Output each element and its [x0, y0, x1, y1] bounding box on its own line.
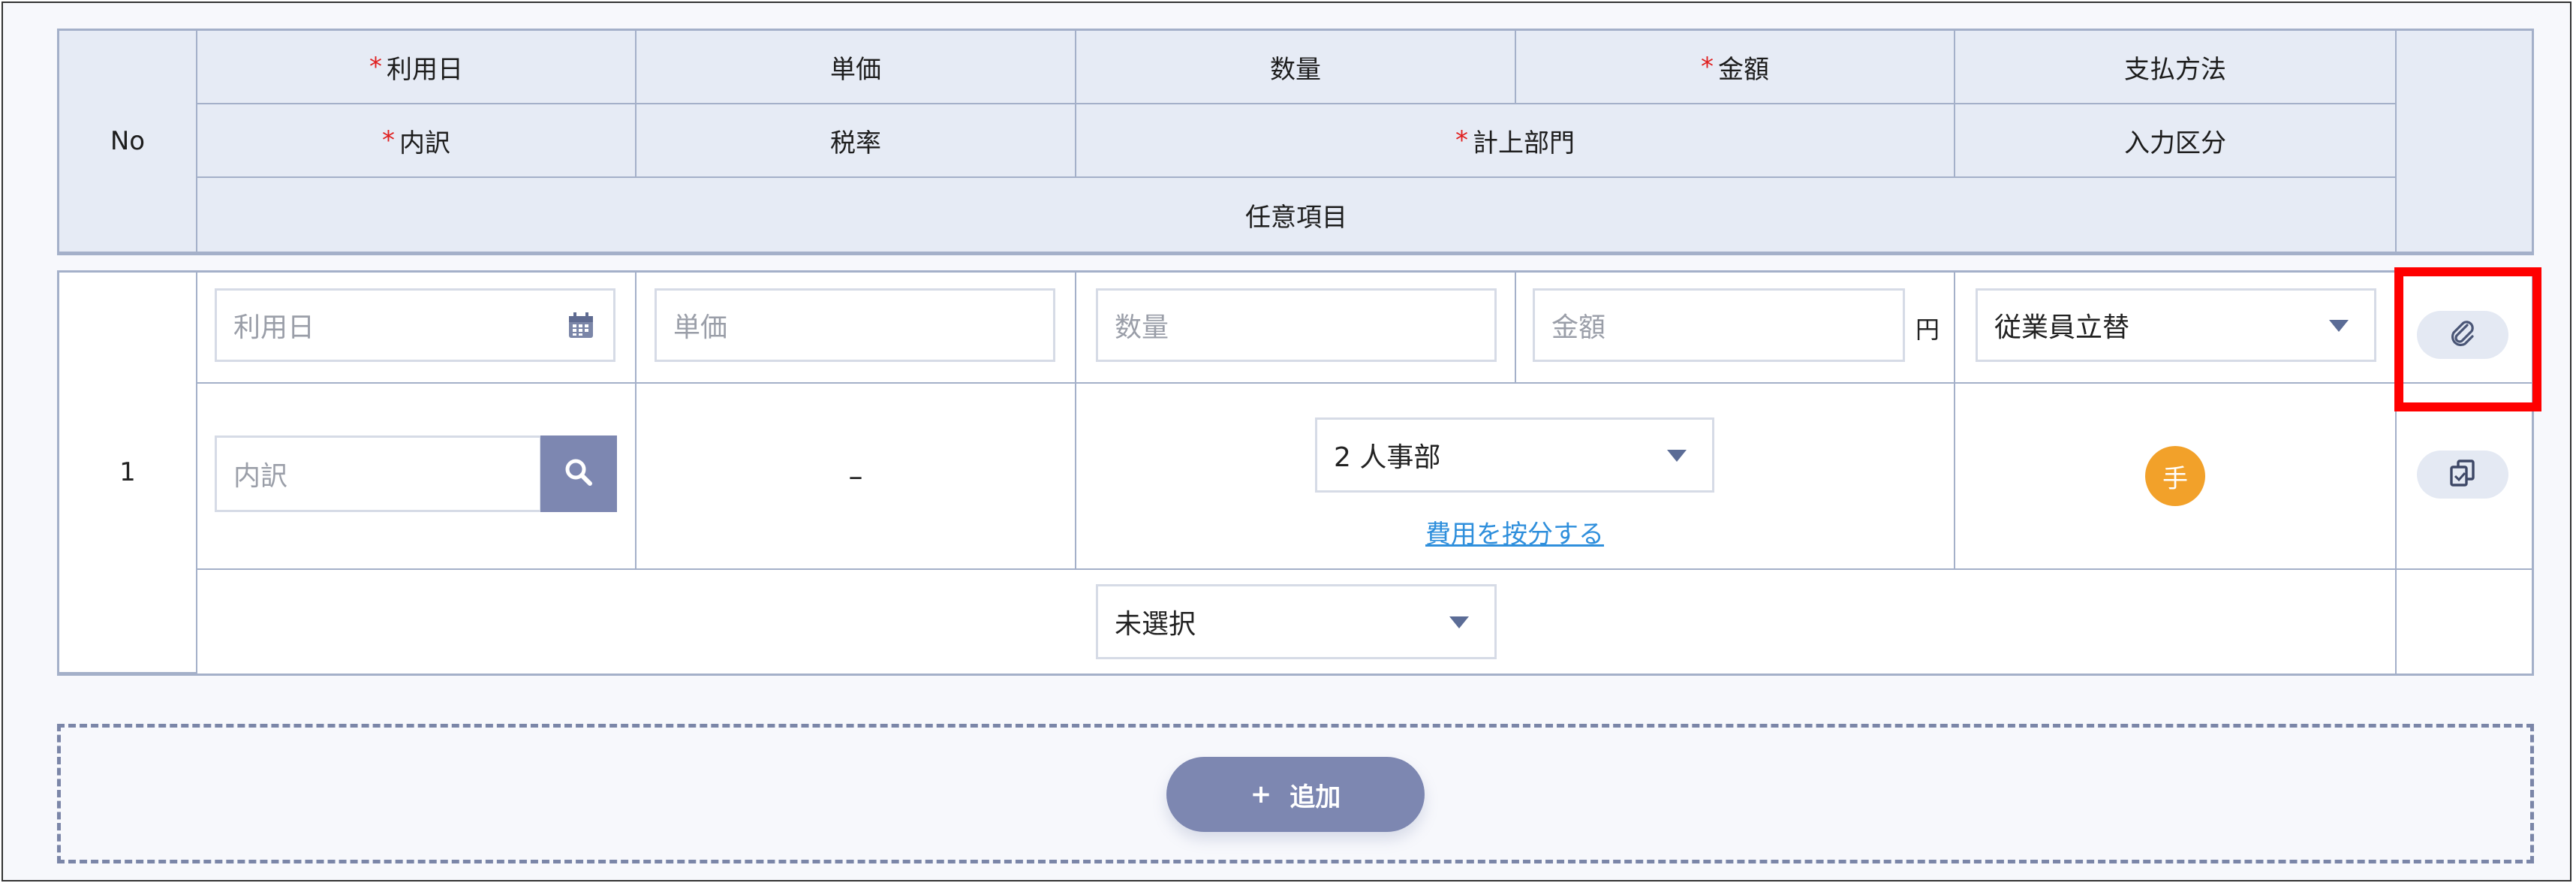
- header-uchiwake-label: 内訳: [399, 128, 450, 158]
- header-shiharai-label: 支払方法: [2124, 54, 2226, 85]
- add-button[interactable]: + 追加: [1166, 757, 1425, 832]
- chevron-down-icon: [2329, 320, 2349, 332]
- row-no-label: 1: [119, 457, 136, 487]
- shiharai-select[interactable]: 従業員立替: [1976, 288, 2376, 362]
- riyoubi-placeholder: 利用日: [233, 312, 315, 343]
- required-mark: *: [369, 52, 382, 82]
- header-uchiwake: * 内訳: [197, 104, 636, 178]
- header-keijou-label: 計上部門: [1473, 128, 1575, 158]
- department-select[interactable]: 2 人事部: [1315, 417, 1714, 493]
- tanka-placeholder: 単価: [673, 312, 728, 343]
- uchiwake-placeholder: 内訳: [233, 461, 288, 492]
- required-mark: *: [1455, 125, 1468, 155]
- copy-button[interactable]: [2417, 451, 2508, 499]
- header-suuryou: 数量: [1076, 31, 1516, 104]
- suuryou-input[interactable]: 数量: [1096, 288, 1497, 362]
- table-header: No * 利用日 単価 数量 * 金額 支払方法 * 内訳 税率 * 計上部門 …: [57, 29, 2534, 255]
- header-tanka-label: 単価: [830, 54, 881, 85]
- cell-zeiritsu: –: [636, 384, 1076, 570]
- add-button-label: 追加: [1290, 782, 1341, 812]
- allocate-link[interactable]: 費用を按分する: [1315, 514, 1714, 550]
- page-frame: No * 利用日 単価 数量 * 金額 支払方法 * 内訳 税率 * 計上部門 …: [2, 2, 2571, 881]
- suuryou-placeholder: 数量: [1115, 312, 1169, 343]
- header-zeiritsu-label: 税率: [830, 128, 881, 158]
- header-riyoubi: * 利用日: [197, 31, 636, 104]
- header-shiharai: 支払方法: [1955, 31, 2397, 104]
- required-mark: *: [1701, 52, 1714, 82]
- tanka-input[interactable]: 単価: [655, 288, 1055, 362]
- attach-highlight-box: [2394, 267, 2541, 411]
- header-action-column: [2397, 31, 2532, 253]
- department-selected: 2 人事部: [1334, 442, 1441, 473]
- search-icon: [562, 456, 595, 492]
- input-type-badge: 手: [2145, 446, 2205, 506]
- zeiritsu-value: –: [848, 460, 863, 493]
- chevron-down-icon: [1449, 616, 1469, 628]
- header-tanka: 単価: [636, 31, 1076, 104]
- chevron-down-icon: [1667, 450, 1687, 462]
- header-nyuryoku: 入力区分: [1955, 104, 2397, 178]
- optional-selected: 未選択: [1115, 609, 1196, 640]
- header-zeiritsu: 税率: [636, 104, 1076, 178]
- optional-item-select[interactable]: 未選択: [1096, 584, 1497, 659]
- header-riyoubi-label: 利用日: [387, 54, 463, 85]
- input-type-badge-label: 手: [2162, 463, 2188, 494]
- header-no-label: No: [110, 126, 146, 156]
- header-nini-label: 任意項目: [1245, 202, 1347, 233]
- kingaku-unit-label: 円: [1915, 315, 1940, 344]
- header-nini: 任意項目: [197, 178, 2397, 253]
- kingaku-unit: 円: [1915, 311, 1940, 345]
- uchiwake-input[interactable]: 内訳: [215, 435, 542, 512]
- copy-icon: [2446, 457, 2479, 493]
- plus-icon: +: [1250, 779, 1272, 809]
- header-no: No: [59, 31, 197, 253]
- header-keijou: * 計上部門: [1076, 104, 1955, 178]
- cell-action-empty: [2397, 570, 2532, 674]
- required-mark: *: [382, 125, 395, 155]
- kingaku-placeholder: 金額: [1551, 312, 1606, 343]
- search-button[interactable]: [540, 435, 617, 512]
- allocate-link-label: 費用を按分する: [1425, 520, 1604, 550]
- kingaku-input[interactable]: 金額: [1533, 288, 1905, 362]
- header-suuryou-label: 数量: [1270, 54, 1321, 85]
- header-nyuryoku-label: 入力区分: [2124, 128, 2226, 158]
- riyoubi-input[interactable]: 利用日: [215, 288, 615, 362]
- calendar-icon[interactable]: [567, 312, 595, 340]
- cell-nyuryoku: 手: [1955, 384, 2397, 570]
- header-kingaku: * 金額: [1516, 31, 1955, 104]
- shiharai-selected: 従業員立替: [1994, 312, 2130, 343]
- header-kingaku-label: 金額: [1718, 54, 1769, 85]
- row-no: 1: [59, 273, 197, 674]
